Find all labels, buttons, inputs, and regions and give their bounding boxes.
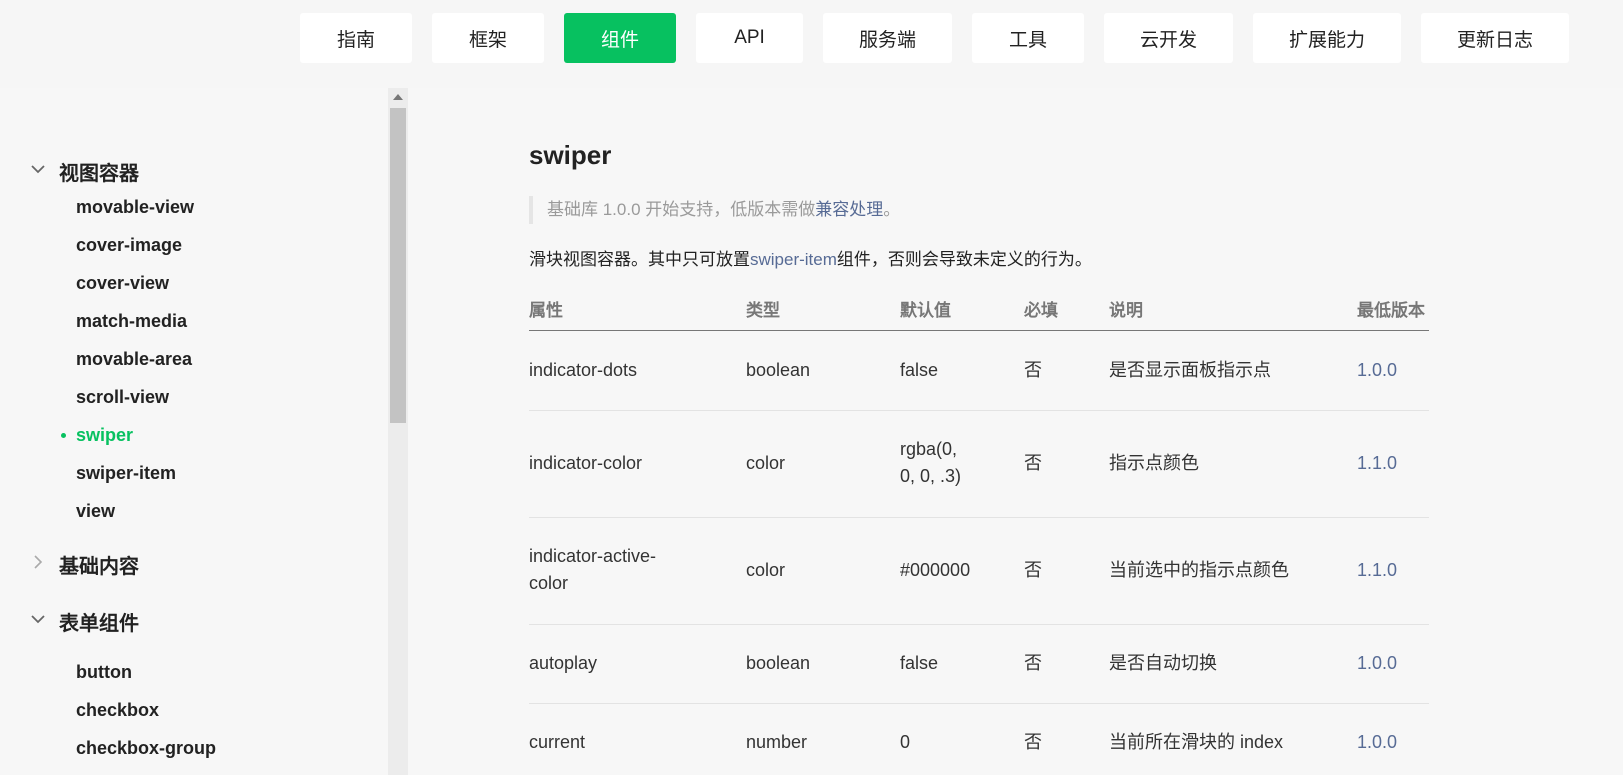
main-content: swiper 基础库 1.0.0 开始支持，低版本需做兼容处理。 滑块视图容器。… [408, 88, 1623, 775]
cell-default-line: rgba(0, [900, 439, 958, 459]
top-navigation: 指南 框架 组件 API 服务端 工具 云开发 扩展能力 更新日志 [0, 0, 1623, 88]
swiper-item-link[interactable]: swiper-item [750, 250, 837, 269]
chevron-down-icon [28, 159, 48, 179]
cell-version: 1.0.0 [1357, 360, 1398, 380]
chevron-right-icon [28, 552, 48, 572]
cell-type: number [746, 732, 808, 752]
sidebar-item-label: swiper [76, 425, 134, 445]
sidebar-group-form-components[interactable]: 表单组件 [0, 604, 380, 635]
page-title: swiper [529, 140, 612, 170]
header-default: 默认值 [900, 301, 951, 320]
header-type: 类型 [746, 301, 780, 320]
sidebar-item-swiper-item[interactable]: swiper-item [76, 463, 176, 484]
cell-attr-line: color [529, 573, 569, 593]
sidebar-group-label: 视图容器 [59, 163, 139, 185]
cell-default: false [900, 360, 939, 380]
cell-desc: 是否自动切换 [1109, 653, 1217, 673]
nav-guide[interactable]: 指南 [300, 13, 412, 63]
cell-version: 1.1.0 [1357, 560, 1398, 580]
cell-desc: 当前所在滑块的 index [1109, 732, 1284, 752]
cell-version: 1.0.0 [1357, 732, 1398, 752]
nav-server[interactable]: 服务端 [823, 13, 952, 63]
cell-required: 否 [1024, 560, 1042, 580]
cell-type: color [746, 453, 786, 473]
sidebar: 视图容器 movable-view cover-image cover-view… [0, 88, 388, 775]
table-row: autoplay boolean false 否 是否自动切换 1.0.0 [529, 625, 1429, 704]
sidebar-item-checkbox[interactable]: checkbox [76, 700, 159, 721]
cell-default: rgba(0, 0, 0, .3) [900, 436, 961, 490]
cell-version: 1.1.0 [1357, 453, 1398, 473]
cell-required: 否 [1024, 453, 1042, 473]
support-note-text: 基础库 1.0.0 开始支持，低版本需做 [547, 200, 816, 219]
cell-desc: 指示点颜色 [1109, 453, 1199, 473]
compat-link[interactable]: 兼容处理 [815, 200, 883, 219]
cell-attr-line: indicator-active- [529, 546, 657, 566]
cell-default: 0 [900, 732, 911, 752]
component-description: 滑块视图容器。其中只可放置swiper-item组件，否则会导致未定义的行为。 [529, 245, 1092, 270]
sidebar-item-movable-view[interactable]: movable-view [76, 197, 194, 218]
cell-type: boolean [746, 653, 811, 673]
chevron-down-icon [28, 609, 48, 629]
nav-components[interactable]: 组件 [564, 13, 676, 63]
cell-desc: 是否显示面板指示点 [1109, 360, 1271, 380]
header-attr: 属性 [529, 301, 563, 320]
cell-desc: 当前选中的指示点颜色 [1109, 560, 1289, 580]
sidebar-group-basic-content[interactable]: 基础内容 [0, 547, 380, 578]
cell-attr: indicator-active- color [529, 543, 656, 597]
cell-default-line: 0, 0, .3) [900, 466, 962, 486]
cell-required: 否 [1024, 653, 1042, 673]
table-row: indicator-dots boolean false 否 是否显示面板指示点… [529, 331, 1429, 411]
support-note: 基础库 1.0.0 开始支持，低版本需做兼容处理。 [529, 196, 900, 224]
cell-type: color [746, 560, 786, 580]
nav-cloud[interactable]: 云开发 [1104, 13, 1233, 63]
description-text: 滑块视图容器。其中只可放置 [529, 250, 750, 269]
header-required: 必填 [1024, 301, 1058, 320]
description-suffix: 组件，否则会导致未定义的行为。 [836, 250, 1092, 269]
scrollbar-thumb[interactable] [390, 108, 406, 423]
sidebar-item-checkbox-group[interactable]: checkbox-group [76, 738, 216, 759]
sidebar-item-cover-image[interactable]: cover-image [76, 235, 182, 256]
scroll-up-arrow-icon[interactable] [393, 94, 403, 100]
cell-required: 否 [1024, 732, 1042, 752]
support-note-suffix: 。 [883, 200, 901, 219]
cell-attr: current [529, 732, 586, 752]
nav-api[interactable]: API [696, 13, 803, 63]
nav-tools[interactable]: 工具 [972, 13, 1084, 63]
table-row: current number 0 否 当前所在滑块的 index 1.0.0 [529, 704, 1429, 775]
attributes-table: 属性 类型 默认值 必填 说明 最低版本 indicator-dots bool… [529, 296, 1429, 775]
nav-changelog[interactable]: 更新日志 [1421, 13, 1569, 63]
header-version: 最低版本 [1357, 301, 1425, 320]
header-desc: 说明 [1109, 301, 1143, 320]
sidebar-group-label: 表单组件 [59, 613, 139, 635]
table-header: 属性 类型 默认值 必填 说明 最低版本 [529, 296, 1429, 331]
sidebar-group-label: 基础内容 [59, 556, 139, 578]
cell-version: 1.0.0 [1357, 653, 1398, 673]
sidebar-item-movable-area[interactable]: movable-area [76, 349, 192, 370]
cell-attr: indicator-dots [529, 360, 638, 380]
sidebar-item-button[interactable]: button [76, 662, 132, 683]
sidebar-item-swiper[interactable]: swiper [61, 425, 134, 446]
nav-framework[interactable]: 框架 [432, 13, 544, 63]
sidebar-item-scroll-view[interactable]: scroll-view [76, 387, 169, 408]
cell-attr: indicator-color [529, 453, 643, 473]
cell-attr: autoplay [529, 653, 598, 673]
cell-default: false [900, 653, 939, 673]
sidebar-group-view-containers[interactable]: 视图容器 [0, 154, 380, 185]
sidebar-scrollbar[interactable] [388, 88, 408, 775]
sidebar-item-match-media[interactable]: match-media [76, 311, 187, 332]
cell-required: 否 [1024, 360, 1042, 380]
cell-type: boolean [746, 360, 811, 380]
sidebar-item-cover-view[interactable]: cover-view [76, 273, 169, 294]
cell-default: #000000 [900, 560, 971, 580]
active-dot-icon [61, 433, 66, 438]
table-row: indicator-color color rgba(0, 0, 0, .3) … [529, 411, 1429, 518]
nav-extensions[interactable]: 扩展能力 [1253, 13, 1401, 63]
table-row: indicator-active- color color #000000 否 … [529, 518, 1429, 625]
sidebar-item-view[interactable]: view [76, 501, 115, 522]
